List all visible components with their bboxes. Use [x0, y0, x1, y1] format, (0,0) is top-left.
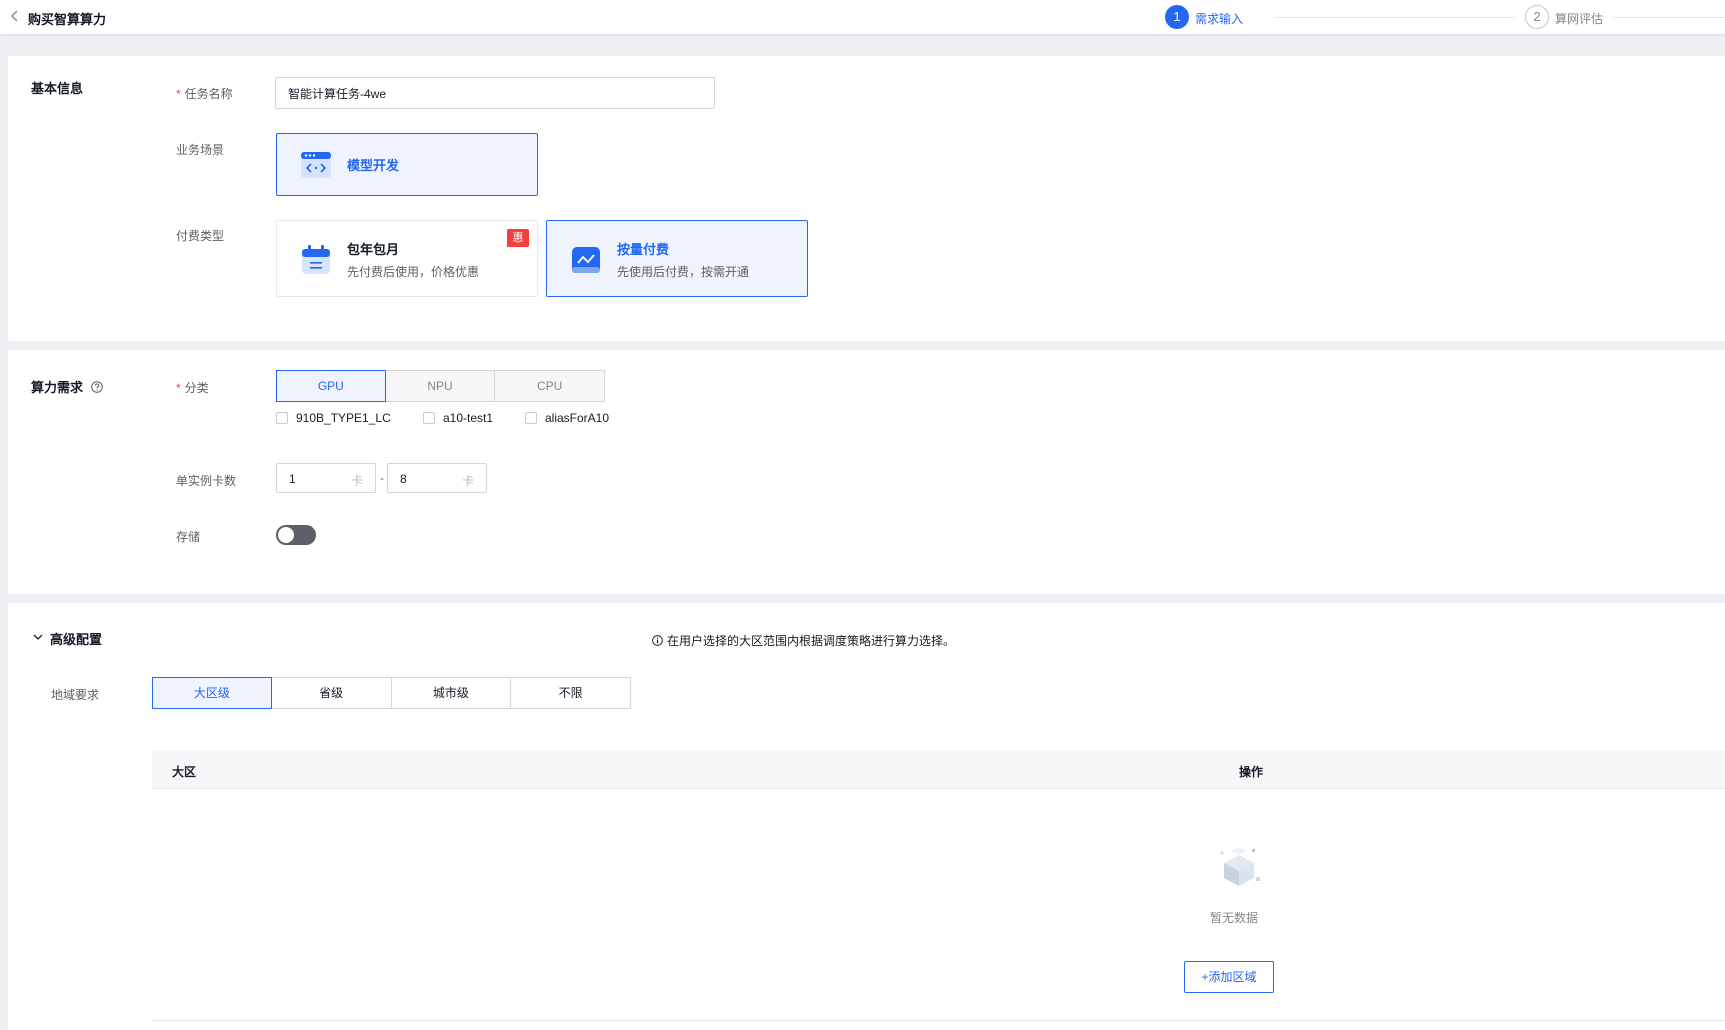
chevron-down-icon[interactable] — [33, 632, 43, 642]
column-header-region: 大区 — [172, 765, 197, 779]
compute-title-text: 算力需求 — [31, 380, 84, 395]
step-2-number: 2 — [1525, 5, 1549, 29]
top-bar: 购买智算算力 1 需求输入 2 算网评估 — [0, 0, 1725, 34]
billing-prepaid-title: 包年包月 — [347, 242, 400, 257]
task-name-label-text: 任务名称 — [184, 87, 233, 101]
checkbox-label: a10-test1 — [443, 411, 494, 425]
required-mark: * — [176, 87, 181, 101]
checkbox-box[interactable] — [276, 412, 288, 424]
step-1-number: 1 — [1165, 5, 1189, 29]
toggle-knob — [278, 527, 294, 543]
billing-prepaid-card[interactable]: 包年包月 先付费后使用，价格优惠 惠 — [276, 220, 538, 297]
checkbox-box[interactable] — [525, 412, 537, 424]
code-window-icon — [301, 152, 331, 178]
range-separator: - — [380, 471, 384, 485]
empty-state-text: 暂无数据 — [1210, 911, 1259, 925]
add-region-button[interactable]: +添加区域 — [1184, 961, 1274, 993]
help-icon[interactable] — [91, 380, 103, 393]
category-tabs: GPU NPU CPU — [276, 370, 605, 402]
info-icon — [652, 635, 663, 646]
min-cards-value: 1 — [289, 472, 296, 486]
tab-region-city[interactable]: 城市级 — [390, 677, 512, 709]
billing-postpaid-desc: 先使用后付费，按需开通 — [617, 265, 750, 279]
storage-toggle[interactable] — [276, 525, 316, 545]
scenario-model-dev-card[interactable]: 模型开发 — [276, 133, 538, 196]
advanced-card: 高级配置 地域要求 大区级 省级 城市级 不限 在用户选择的大区范围内根据调度策… — [8, 603, 1725, 1030]
usage-chart-icon — [572, 247, 600, 273]
category-label: * 分类 — [176, 379, 209, 396]
tab-npu[interactable]: NPU — [384, 370, 496, 402]
checkbox-a10-test1[interactable]: a10-test1 — [423, 411, 493, 425]
billing-label: 付费类型 — [176, 229, 225, 243]
billing-postpaid-card[interactable]: 按量付费 先使用后付费，按需开通 — [546, 220, 808, 297]
scenario-title: 模型开发 — [347, 158, 400, 173]
checkbox-910b[interactable]: 910B_TYPE1_LC — [276, 411, 391, 425]
min-cards-unit: 卡 — [350, 474, 363, 488]
table-bottom-border — [152, 1020, 1725, 1021]
tab-region-unlimited[interactable]: 不限 — [510, 677, 631, 709]
basic-info-card: 基本信息 *任务名称 业务场景 模型开发 付费类型 包年包月 先付费后使用，价格… — [8, 56, 1725, 341]
checkbox-label: 910B_TYPE1_LC — [296, 411, 391, 425]
region-tip: 在用户选择的大区范围内根据调度策略进行算力选择。 — [652, 632, 955, 649]
region-level-tabs: 大区级 省级 城市级 不限 — [152, 677, 631, 709]
basic-info-title: 基本信息 — [31, 81, 84, 96]
advanced-title[interactable]: 高级配置 — [50, 629, 102, 648]
step-connector-tail — [1613, 17, 1725, 18]
cards-label: 单实例卡数 — [176, 474, 237, 488]
task-name-label: * 任务名称 — [176, 85, 233, 102]
billing-prepaid-desc: 先付费后使用，价格优惠 — [347, 265, 480, 279]
billing-postpaid-title: 按量付费 — [617, 242, 670, 257]
compute-title: 算力需求 — [31, 377, 103, 396]
tab-region-large[interactable]: 大区级 — [152, 677, 272, 709]
tab-gpu[interactable]: GPU — [276, 370, 386, 402]
step-2-label: 算网评估 — [1555, 12, 1604, 26]
category-label-text: 分类 — [184, 381, 209, 395]
back-arrow-icon[interactable] — [10, 9, 20, 23]
compute-card: 算力需求 * 分类 GPU NPU CPU 910B_TYPE1_LC a10-t… — [8, 350, 1725, 594]
storage-label: 存储 — [176, 530, 201, 544]
max-cards-input[interactable]: 8 卡 — [387, 463, 487, 493]
step-indicator: 1 需求输入 2 算网评估 — [1165, 5, 1725, 29]
calendar-icon — [302, 245, 330, 274]
tab-region-province[interactable]: 省级 — [270, 677, 392, 709]
region-label: 地域要求 — [51, 688, 100, 702]
region-tip-text: 在用户选择的大区范围内根据调度策略进行算力选择。 — [667, 634, 956, 648]
step-1-label: 需求输入 — [1195, 12, 1244, 26]
max-cards-value: 8 — [400, 472, 407, 486]
column-header-action: 操作 — [1239, 765, 1264, 779]
page-title: 购买智算算力 — [28, 12, 107, 27]
min-cards-input[interactable]: 1 卡 — [276, 463, 376, 493]
table-header: 大区 操作 — [152, 751, 1725, 789]
tab-cpu[interactable]: CPU — [494, 370, 605, 402]
region-table: 大区 操作 暂无数据 +添加区域 — [152, 751, 1725, 1021]
discount-badge: 惠 — [507, 229, 529, 247]
task-name-input[interactable] — [275, 77, 715, 109]
max-cards-unit: 卡 — [461, 474, 474, 488]
scenario-label: 业务场景 — [176, 143, 225, 157]
required-mark: * — [176, 381, 181, 395]
checkbox-box[interactable] — [423, 412, 435, 424]
empty-box-icon — [1220, 847, 1260, 886]
step-connector — [1275, 17, 1515, 18]
checkbox-alias-a10[interactable]: aliasForA10 — [525, 411, 609, 425]
checkbox-label: aliasForA10 — [545, 411, 610, 425]
